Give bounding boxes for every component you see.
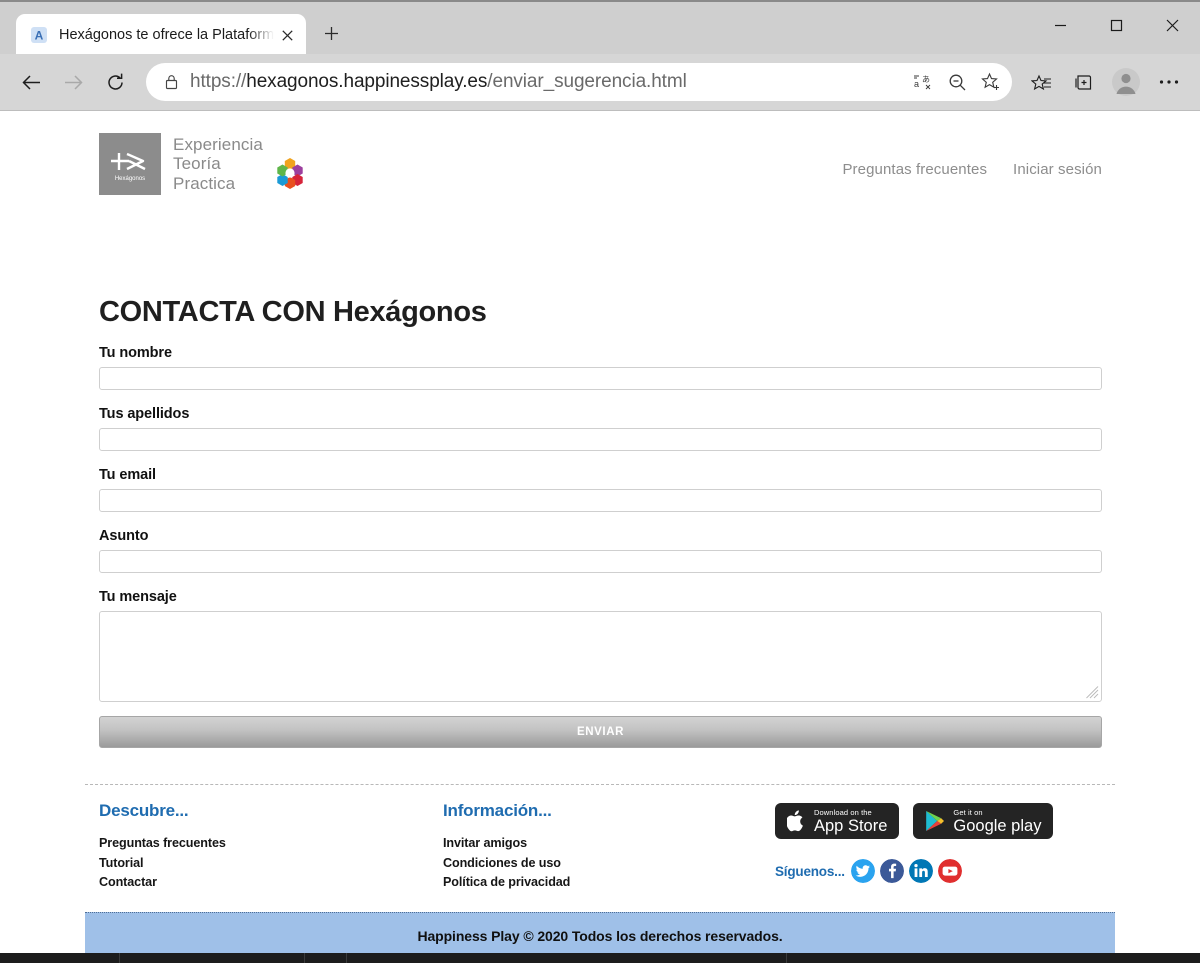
address-bar[interactable]: https://hexagonos.happinessplay.es/envia… xyxy=(146,63,1012,101)
profile-avatar-icon[interactable] xyxy=(1104,67,1148,97)
site-logo[interactable]: Hexágonos Experiencia Teoría Practica xyxy=(99,133,308,195)
svg-text:A: A xyxy=(35,29,44,43)
hexagon-flower-icon xyxy=(272,155,308,191)
label-tu-nombre: Tu nombre xyxy=(99,345,172,361)
app-store-main: App Store xyxy=(814,816,888,835)
collections-icon[interactable] xyxy=(1062,61,1104,103)
url-path: /enviar_sugerencia.html xyxy=(487,71,687,92)
letter-a-favicon: A xyxy=(30,26,48,44)
facebook-icon[interactable] xyxy=(879,859,904,883)
site-footer: Descubre... Preguntas frecuentes Tutoria… xyxy=(85,784,1115,912)
os-taskbar xyxy=(0,953,1200,963)
browser-toolbar: https://hexagonos.happinessplay.es/envia… xyxy=(0,54,1200,110)
new-tab-button[interactable] xyxy=(314,16,348,50)
url-text[interactable]: https://hexagonos.happinessplay.es/envia… xyxy=(184,71,906,93)
lock-icon xyxy=(158,74,184,90)
logo-tagline-line-1: Experiencia xyxy=(173,134,263,154)
logo-tagline: Experiencia Teoría Practica xyxy=(173,135,263,194)
footer-link-politica-de-privacidad[interactable]: Política de privacidad xyxy=(443,873,769,893)
web-page: Hexágonos Experiencia Teoría Practica Pr… xyxy=(0,111,1200,958)
footer-column-informacion: Información... Invitar amigos Condicione… xyxy=(429,801,769,912)
site-nav: Preguntas frecuentes Iniciar sesión xyxy=(842,161,1102,178)
browser-titlebar: A Hexágonos te ofrece la Plataform xyxy=(0,0,1200,56)
browser-window: A Hexágonos te ofrece la Plataform https… xyxy=(0,0,1200,963)
input-asunto[interactable] xyxy=(99,550,1102,573)
field-group-mensaje: Tu mensaje xyxy=(99,589,1102,702)
logo-mark-text: Hexágonos xyxy=(115,176,145,182)
back-arrow-icon[interactable] xyxy=(10,61,52,103)
field-group-nombre: Tu nombre xyxy=(99,345,1102,390)
input-tu-nombre[interactable] xyxy=(99,367,1102,390)
input-tu-email[interactable] xyxy=(99,489,1102,512)
forward-arrow-icon[interactable] xyxy=(52,61,94,103)
social-label: Síguenos... xyxy=(775,863,845,879)
footer-link-contactar[interactable]: Contactar xyxy=(99,873,429,893)
reload-icon[interactable] xyxy=(94,61,136,103)
hexagonos-logo-mark: Hexágonos xyxy=(99,133,161,195)
nav-link-login[interactable]: Iniciar sesión xyxy=(1013,161,1102,178)
translate-icon[interactable]: a あ xyxy=(906,66,940,98)
footer-link-tutorial[interactable]: Tutorial xyxy=(99,854,429,874)
google-play-sub: Get it on xyxy=(953,807,983,817)
footer-column-descubre: Descubre... Preguntas frecuentes Tutoria… xyxy=(85,801,429,912)
maximize-button[interactable] xyxy=(1088,2,1144,48)
site-header: Hexágonos Experiencia Teoría Practica Pr… xyxy=(0,111,1200,203)
footer-heading-descubre: Descubre... xyxy=(99,801,189,820)
close-tab-icon[interactable] xyxy=(274,22,300,48)
field-group-apellidos: Tus apellidos xyxy=(99,406,1102,451)
window-controls xyxy=(1032,2,1200,48)
footer-link-condiciones-de-uso[interactable]: Condiciones de uso xyxy=(443,854,769,874)
page-title: CONTACTA CON Hexágonos xyxy=(99,296,487,328)
app-store-badge[interactable]: Download on the App Store xyxy=(775,803,900,839)
label-asunto: Asunto xyxy=(99,528,149,544)
logo-tagline-line-3: Practica xyxy=(173,173,236,193)
url-scheme: https:// xyxy=(190,71,247,92)
google-play-badge[interactable]: Get it on Google play xyxy=(913,803,1054,839)
svg-text:あ: あ xyxy=(922,75,930,84)
more-options-icon[interactable] xyxy=(1148,61,1190,103)
google-play-badge-text: Get it on Google play xyxy=(953,808,1041,835)
svg-text:a: a xyxy=(914,79,919,89)
twitter-icon[interactable] xyxy=(850,859,875,883)
label-tu-mensaje: Tu mensaje xyxy=(99,589,177,605)
label-tu-email: Tu email xyxy=(99,467,156,483)
footer-column-apps: Download on the App Store Get it on Goog… xyxy=(769,801,1115,912)
youtube-icon[interactable] xyxy=(937,859,962,883)
footer-heading-informacion: Información... xyxy=(443,801,552,820)
input-tus-apellidos[interactable] xyxy=(99,428,1102,451)
favorites-icon[interactable] xyxy=(1020,61,1062,103)
logo-tagline-line-2: Teoría xyxy=(173,154,221,174)
field-group-asunto: Asunto xyxy=(99,528,1102,573)
footer-link-preguntas-frecuentes[interactable]: Preguntas frecuentes xyxy=(99,834,429,854)
google-play-main: Google play xyxy=(953,816,1042,835)
tab-title: Hexágonos te ofrece la Plataform xyxy=(59,27,274,43)
close-window-button[interactable] xyxy=(1144,2,1200,48)
linkedin-icon[interactable] xyxy=(908,859,933,883)
copyright-bar: Happiness Play © 2020 Todos los derechos… xyxy=(85,912,1115,958)
nav-link-faq[interactable]: Preguntas frecuentes xyxy=(842,161,987,178)
field-group-email: Tu email xyxy=(99,467,1102,512)
add-favorite-star-icon[interactable] xyxy=(974,66,1008,98)
store-badges: Download on the App Store Get it on Goog… xyxy=(775,803,1115,839)
footer-link-invitar-amigos[interactable]: Invitar amigos xyxy=(443,834,769,854)
tab-strip: A Hexágonos te ofrece la Plataform xyxy=(0,2,348,56)
textarea-tu-mensaje[interactable] xyxy=(99,611,1102,702)
app-store-sub: Download on the xyxy=(814,807,872,817)
main-content: CONTACTA CON Hexágonos Tu nombre Tus ape… xyxy=(0,296,1200,748)
app-store-badge-text: Download on the App Store xyxy=(814,808,887,835)
google-play-icon xyxy=(925,810,945,832)
apple-icon xyxy=(787,810,806,832)
browser-tab[interactable]: A Hexágonos te ofrece la Plataform xyxy=(16,14,306,56)
page-viewport: Hexágonos Experiencia Teoría Practica Pr… xyxy=(0,110,1200,963)
submit-button[interactable]: ENVIAR xyxy=(99,716,1102,748)
label-tus-apellidos: Tus apellidos xyxy=(99,406,190,422)
minimize-button[interactable] xyxy=(1032,2,1088,48)
zoom-out-icon[interactable] xyxy=(940,66,974,98)
social-row: Síguenos... xyxy=(775,859,1115,883)
url-host: hexagonos.happinessplay.es xyxy=(246,71,488,92)
